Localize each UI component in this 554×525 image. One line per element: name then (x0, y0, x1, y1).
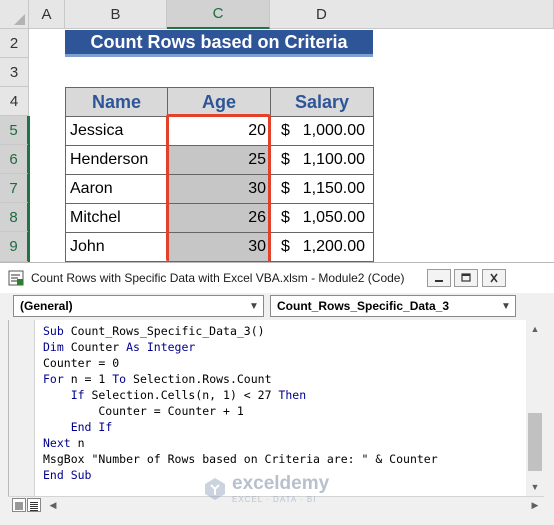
row-header-3[interactable]: 3 (0, 58, 29, 87)
currency-symbol: $ (281, 151, 290, 168)
row-selection-indicator (28, 116, 30, 262)
vba-module-icon (8, 270, 24, 286)
object-dropdown[interactable]: (General) ▼ (13, 295, 264, 317)
column-header-d[interactable]: D (270, 0, 554, 29)
margin-indicator-bar[interactable] (9, 320, 35, 496)
column-header-b[interactable]: B (65, 0, 167, 29)
cell-salary[interactable]: $1,200.00 (270, 232, 374, 262)
close-button[interactable] (482, 269, 506, 287)
spreadsheet-grid: A B C D 2 3 4 5 6 7 8 9 Count Rows based… (0, 0, 554, 262)
title-bar[interactable]: Count Rows with Specific Data with Excel… (0, 263, 554, 293)
vba-code-window: Count Rows with Specific Data with Excel… (0, 262, 554, 525)
exceldemy-logo-icon (205, 477, 225, 500)
code-line[interactable]: Counter = 0 (43, 355, 438, 371)
procedure-dropdown-value: Count_Rows_Specific_Data_3 (277, 299, 450, 313)
close-icon (490, 273, 498, 283)
chevron-down-icon: ▼ (249, 300, 259, 312)
currency-symbol: $ (281, 180, 290, 197)
row-header-5[interactable]: 5 (0, 116, 29, 145)
watermark-logo: exceldemy EXCEL · DATA · BI (202, 473, 329, 504)
row-header-2[interactable]: 2 (0, 29, 29, 58)
window-title: Count Rows with Specific Data with Excel… (31, 271, 405, 285)
scroll-up-icon[interactable]: ▲ (526, 320, 544, 338)
scroll-thumb[interactable] (528, 413, 542, 471)
minimize-icon (435, 280, 443, 282)
sheet-title[interactable]: Count Rows based on Criteria (65, 30, 373, 57)
minimize-button[interactable] (427, 269, 451, 287)
salary-value: 1,150.00 (302, 180, 365, 197)
code-editor[interactable]: Sub Count_Rows_Specific_Data_3() Dim Coun… (8, 320, 526, 496)
header-name[interactable]: Name (65, 87, 168, 117)
cell-salary[interactable]: $1,150.00 (270, 174, 374, 204)
maximize-icon (461, 273, 471, 282)
header-salary[interactable]: Salary (270, 87, 374, 117)
scroll-down-icon[interactable]: ▼ (526, 478, 544, 496)
currency-symbol: $ (281, 238, 290, 255)
currency-symbol: $ (281, 122, 290, 139)
currency-symbol: $ (281, 209, 290, 226)
maximize-button[interactable] (454, 269, 478, 287)
scroll-right-icon[interactable]: ▶ (526, 497, 544, 513)
object-dropdown-value: (General) (20, 299, 73, 313)
code-line[interactable]: Sub Count_Rows_Specific_Data_3() (43, 323, 438, 339)
selection-highlight (166, 114, 271, 262)
full-module-view-icon[interactable] (27, 498, 41, 512)
watermark-tagline: EXCEL · DATA · BI (232, 495, 317, 504)
cell-salary[interactable]: $1,000.00 (270, 116, 374, 146)
column-header-c[interactable]: C (167, 0, 270, 29)
procedure-dropdown[interactable]: Count_Rows_Specific_Data_3 ▼ (270, 295, 516, 317)
code-line[interactable]: Dim Counter As Integer (43, 339, 438, 355)
row-header-9[interactable]: 9 (0, 232, 29, 262)
watermark-name: exceldemy (232, 473, 330, 494)
cell-name[interactable]: Mitchel (65, 203, 168, 233)
cell-salary[interactable]: $1,050.00 (270, 203, 374, 233)
salary-value: 1,000.00 (302, 122, 365, 139)
vertical-scrollbar[interactable]: ▲ ▼ (526, 320, 544, 496)
cell-name[interactable]: Aaron (65, 174, 168, 204)
header-age[interactable]: Age (167, 87, 271, 117)
salary-value: 1,200.00 (302, 238, 365, 255)
cell-name[interactable]: Jessica (65, 116, 168, 146)
code-line[interactable]: Counter = Counter + 1 (43, 403, 438, 419)
code-line[interactable]: End If (43, 419, 438, 435)
code-line[interactable]: For n = 1 To Selection.Rows.Count (43, 371, 438, 387)
code-line[interactable]: Next n (43, 435, 438, 451)
code-line[interactable]: MsgBox "Number of Rows based on Criteria… (43, 451, 438, 467)
cell-name[interactable]: Henderson (65, 145, 168, 175)
cell-salary[interactable]: $1,100.00 (270, 145, 374, 175)
code-line[interactable]: If Selection.Cells(n, 1) < 27 Then (43, 387, 438, 403)
select-all-corner[interactable] (0, 0, 29, 29)
procedure-view-icon[interactable] (12, 498, 26, 512)
chevron-down-icon: ▼ (501, 300, 511, 312)
row-header-7[interactable]: 7 (0, 174, 29, 203)
salary-value: 1,050.00 (302, 209, 365, 226)
row-header-8[interactable]: 8 (0, 203, 29, 232)
scroll-left-icon[interactable]: ◀ (44, 497, 62, 513)
cell-name[interactable]: John (65, 232, 168, 262)
row-header-4[interactable]: 4 (0, 87, 29, 116)
row-header-6[interactable]: 6 (0, 145, 29, 174)
code-text[interactable]: Sub Count_Rows_Specific_Data_3() Dim Coun… (43, 323, 438, 483)
column-header-a[interactable]: A (29, 0, 65, 29)
salary-value: 1,100.00 (302, 151, 365, 168)
